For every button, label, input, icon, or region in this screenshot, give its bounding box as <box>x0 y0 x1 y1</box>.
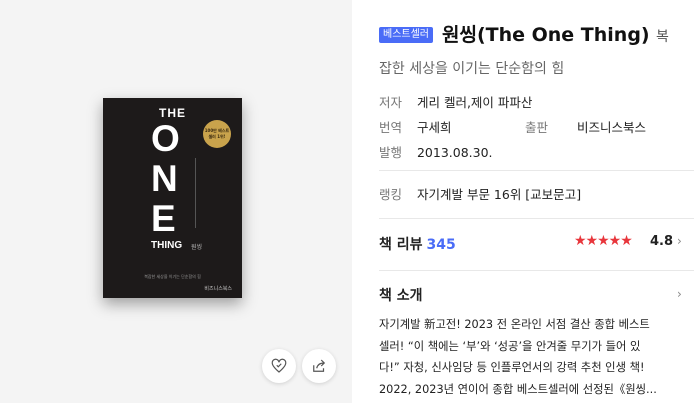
bestseller-badge: 베스트셀러 <box>379 27 433 43</box>
book-info-pane: 베스트셀러 원씽(The One Thing) 복 잡한 세상을 이기는 단순함… <box>352 0 694 403</box>
title-tail: 복 <box>656 29 669 45</box>
divider <box>379 270 694 271</box>
rating-value: 4.8 <box>650 234 674 249</box>
author-label: 저자 <box>379 95 403 110</box>
translator-row: 번역 구세희 <box>379 117 452 136</box>
date-value: 2013.08.30. <box>416 145 493 160</box>
divider <box>379 218 694 219</box>
divider <box>379 170 694 171</box>
intro-text: 자기계발 新고전! 2023 전 온라인 서점 결산 종합 베스트 셀러! “이… <box>379 314 691 400</box>
cover-pane: THE O N E THING 원씽 100만 베스트셀러 1위! 복잡한 세상… <box>0 0 352 403</box>
review-section[interactable]: 책 리뷰 345 <box>379 234 456 254</box>
intro-section-title[interactable]: 책 소개 <box>379 285 423 305</box>
publisher-value[interactable]: 비즈니스북스 <box>577 117 646 136</box>
star-rating-icon: ★★★★★ <box>574 233 633 249</box>
book-subtitle: 잡한 세상을 이기는 단순함의 힘 <box>379 61 565 77</box>
cover-thing-kr: 원씽 <box>191 244 203 251</box>
cover-thing: THING <box>151 240 183 251</box>
rank-row: 랭킹 자기계발 부문 16위 [교보문고] <box>379 184 581 203</box>
cover-divider <box>195 158 200 228</box>
intro-line: 다!” 자청, 신사임당 등 인플루언서의 강력 추천 인생 책! <box>379 361 645 374</box>
rank-label: 랭킹 <box>379 187 403 202</box>
author-value[interactable]: 게리 켈러,제이 파파산 <box>417 95 532 110</box>
date-row: 발행 2013.08.30. <box>379 142 493 161</box>
book-title: 원씽(The One Thing) <box>442 24 650 46</box>
intro-line: 2022, 2023년 연이어 종합 베스트셀러에 선정된《원씽... <box>379 382 657 396</box>
share-icon <box>313 359 326 372</box>
chevron-right-icon[interactable]: › <box>677 287 682 301</box>
share-button[interactable] <box>302 349 336 383</box>
intro-line: 셀러! “이 책에는 ‘부’와 ‘성공’을 안겨줄 무기가 들어 있 <box>379 339 641 353</box>
book-cover-image[interactable]: THE O N E THING 원씽 100만 베스트셀러 1위! 복잡한 세상… <box>103 98 242 298</box>
translator-value[interactable]: 구세희 <box>417 120 452 135</box>
review-count: 345 <box>426 237 456 253</box>
cover-publisher: 비즈니스북스 <box>204 286 232 292</box>
chevron-right-icon[interactable]: › <box>677 234 682 248</box>
bestseller-seal: 100만 베스트셀러 1위! <box>203 120 231 148</box>
translator-label: 번역 <box>379 120 403 135</box>
cover-letter-o: O <box>151 118 180 159</box>
date-label: 발행 <box>379 145 403 160</box>
rank-value[interactable]: 자기계발 부문 16위 [교보문고] <box>417 187 581 202</box>
cover-letter-e: E <box>151 198 176 239</box>
cover-tagline: 복잡한 세상을 이기는 단순함의 힘 <box>144 274 201 279</box>
publisher-label: 출판 <box>525 120 549 135</box>
author-row: 저자 게리 켈러,제이 파파산 <box>379 92 532 111</box>
review-label: 책 리뷰 <box>379 237 423 253</box>
cover-letter-n: N <box>151 158 178 199</box>
heart-icon <box>271 358 287 373</box>
like-button[interactable] <box>262 349 296 383</box>
intro-line: 자기계발 新고전! 2023 전 온라인 서점 결산 종합 베스트 <box>379 318 650 331</box>
